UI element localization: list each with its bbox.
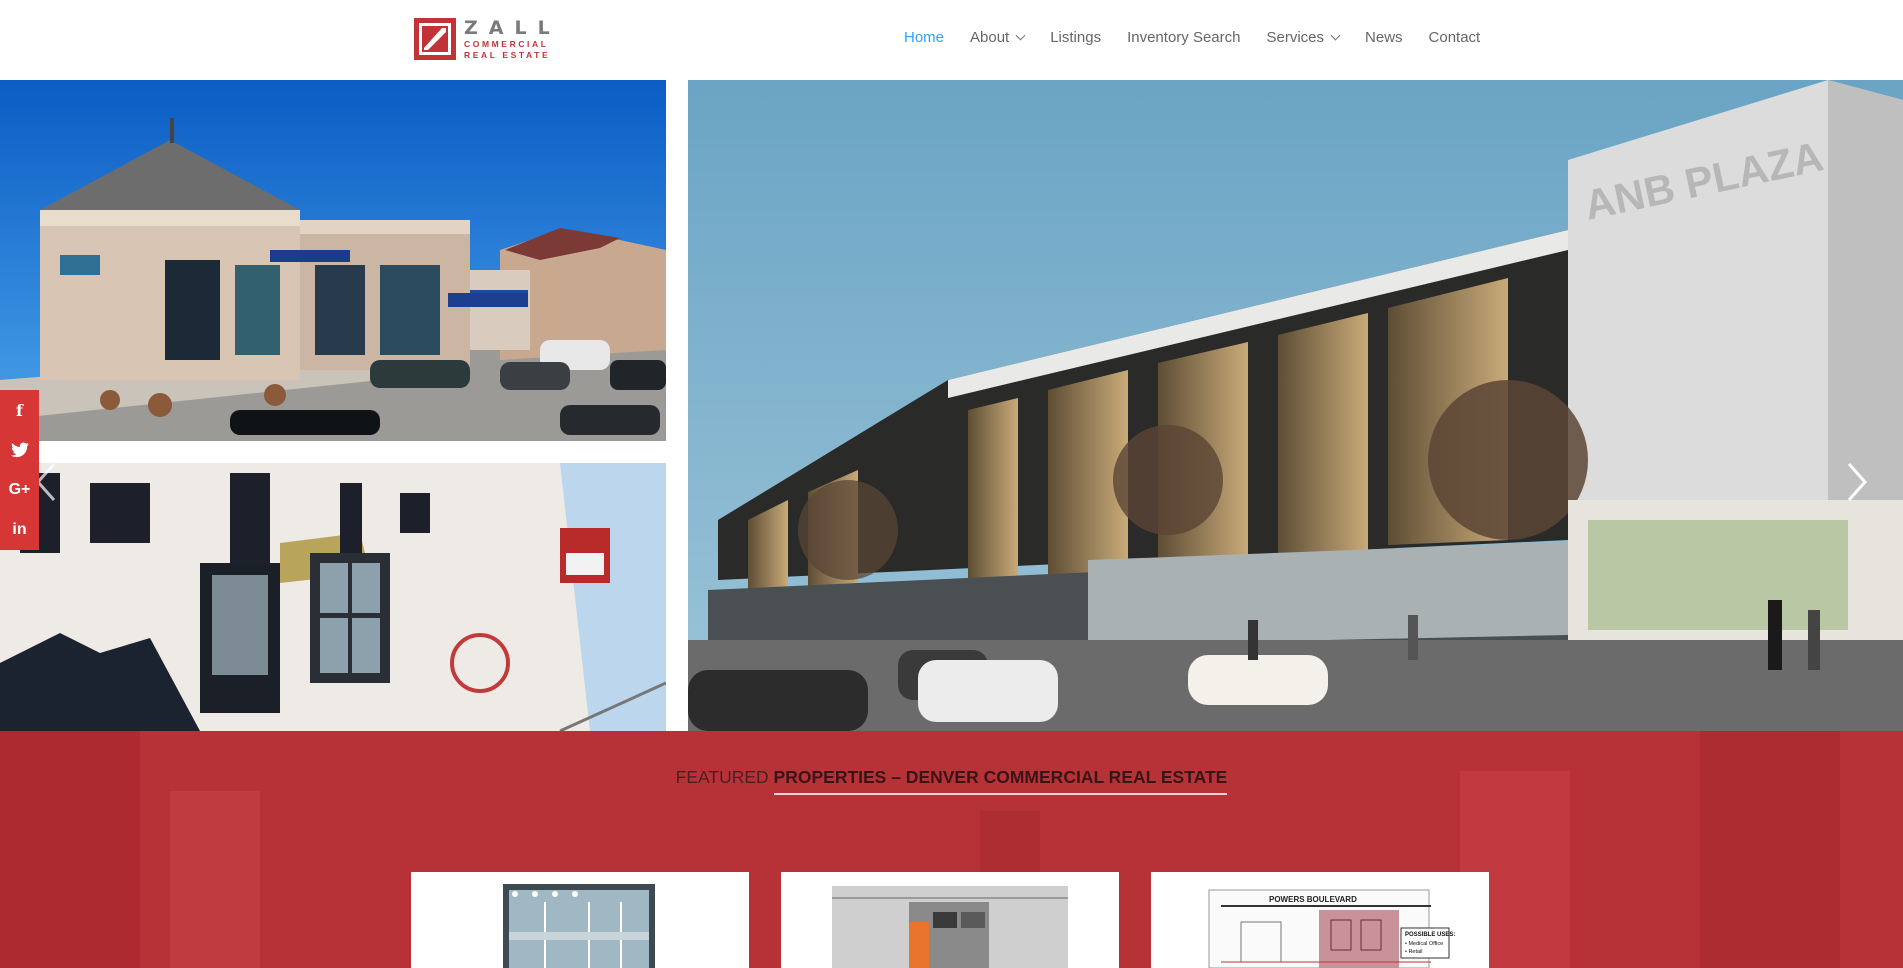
- nav-label: Services: [1266, 29, 1325, 46]
- nav-item-contact[interactable]: Contact: [1429, 29, 1481, 46]
- nav-item-listings[interactable]: Listings: [1050, 29, 1101, 46]
- social-share-bar: f G+ in: [0, 390, 39, 550]
- hero-photo-mural-building: [0, 463, 666, 731]
- property-card[interactable]: [411, 872, 749, 968]
- logo-line-1: COMMERCIAL: [464, 39, 549, 49]
- hero-slider: ANB PLAZA: [0, 80, 1903, 731]
- twitter-icon[interactable]: [0, 430, 39, 470]
- nav-item-about[interactable]: About: [970, 29, 1026, 46]
- twitter-bird-icon: [10, 442, 29, 458]
- chevron-down-icon: [1330, 30, 1341, 41]
- nav-label: Home: [904, 29, 945, 46]
- site-logo[interactable]: ZALL COMMERCIAL REAL ESTATE: [414, 18, 561, 60]
- site-plan-callout-item: • Retail: [1405, 949, 1423, 955]
- featured-properties-section: FEATURED PROPERTIES – DENVER COMMERCIAL …: [0, 731, 1903, 968]
- featured-title-bold: PROPERTIES – DENVER COMMERCIAL REAL ESTA…: [773, 767, 1228, 795]
- chevron-down-icon: [1015, 30, 1026, 41]
- site-header: ZALL COMMERCIAL REAL ESTATE Home About L…: [0, 0, 1903, 80]
- main-nav: Home About Listings Inventory Search Ser…: [904, 29, 1480, 46]
- featured-title: FEATURED PROPERTIES – DENVER COMMERCIAL …: [0, 767, 1903, 795]
- nav-label: Listings: [1050, 29, 1102, 46]
- google-plus-icon[interactable]: G+: [0, 470, 39, 510]
- site-plan-callout-title: POSSIBLE USES:: [1405, 932, 1455, 938]
- nav-item-inventory-search[interactable]: Inventory Search: [1127, 29, 1240, 46]
- nav-label: Inventory Search: [1127, 29, 1241, 46]
- site-plan-thumbnail: [832, 886, 1068, 968]
- featured-title-lead: FEATURED: [675, 767, 774, 787]
- logo-line-2: REAL ESTATE: [464, 49, 551, 60]
- linkedin-icon[interactable]: in: [0, 510, 39, 550]
- nav-item-services[interactable]: Services: [1266, 29, 1341, 46]
- hero-photo-anb-plaza: ANB PLAZA: [688, 80, 1903, 731]
- nav-label: About: [970, 29, 1010, 46]
- logo-mark-icon: [414, 18, 456, 60]
- floor-plan-thumbnail: [503, 884, 655, 968]
- hero-photo-shopping-center: [0, 80, 666, 441]
- site-plan-street-label: POWERS BOULEVARD: [1269, 895, 1357, 904]
- slider-next-button[interactable]: [1845, 460, 1869, 504]
- nav-item-home[interactable]: Home: [904, 29, 944, 46]
- property-card[interactable]: POWERS BOULEVARD POSSIBLE USES: • Medica…: [1151, 872, 1489, 968]
- nav-item-news[interactable]: News: [1365, 29, 1403, 46]
- property-card[interactable]: [781, 872, 1119, 968]
- nav-label: News: [1365, 29, 1403, 46]
- facebook-icon[interactable]: f: [0, 390, 39, 430]
- logo-wordmark: ZALL: [464, 17, 561, 39]
- site-plan-thumbnail: POWERS BOULEVARD POSSIBLE USES: • Medica…: [1208, 889, 1455, 968]
- site-plan-callout-item: • Medical Office: [1405, 941, 1443, 947]
- nav-label: Contact: [1428, 29, 1481, 46]
